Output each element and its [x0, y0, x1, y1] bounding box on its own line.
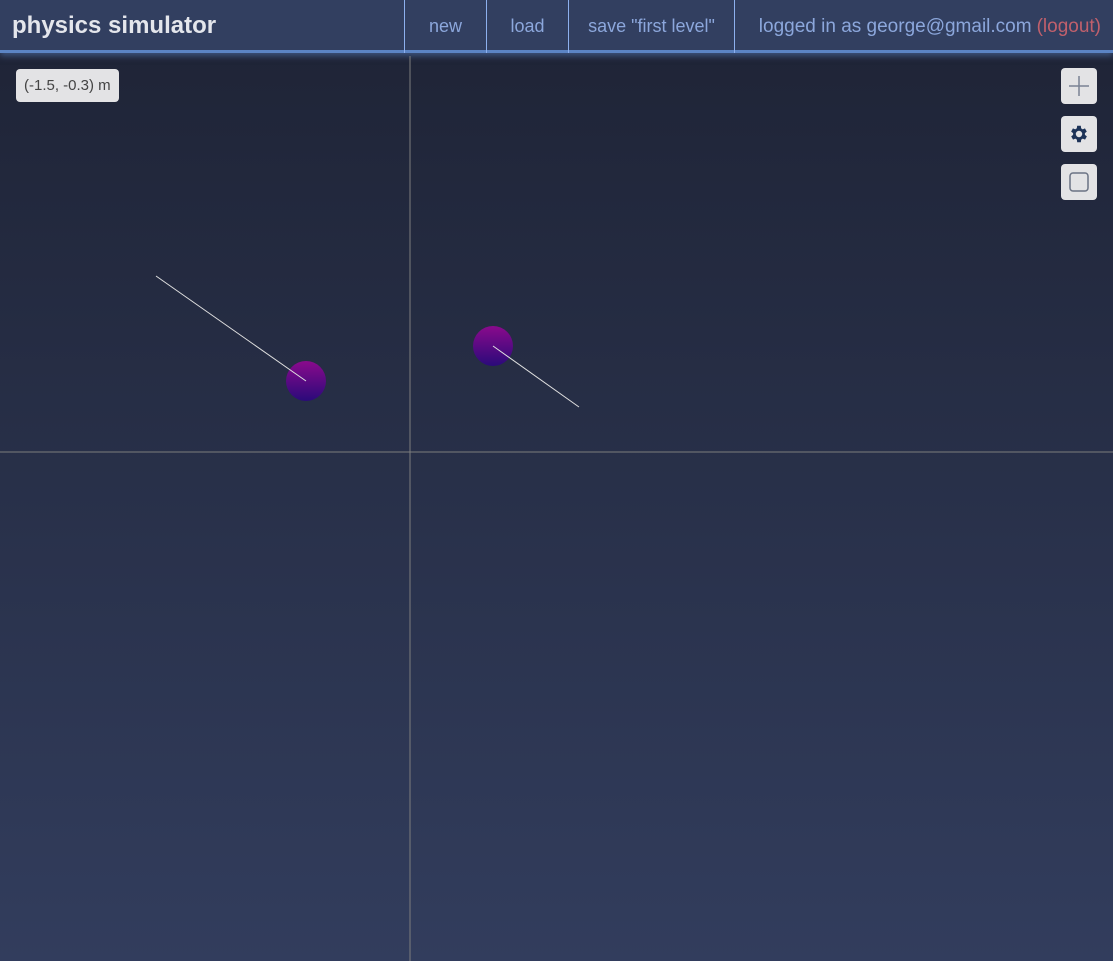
- user-info: logged in as george@gmail.com (logout): [734, 0, 1113, 53]
- new-button[interactable]: new: [404, 0, 486, 53]
- logout-link[interactable]: (logout): [1037, 16, 1101, 38]
- save-button[interactable]: save "first level": [568, 0, 734, 53]
- add-button[interactable]: [1061, 68, 1097, 104]
- settings-button[interactable]: [1061, 116, 1097, 152]
- velocity-vector-2[interactable]: [492, 345, 580, 408]
- shape-button[interactable]: [1061, 164, 1097, 200]
- square-icon: [1069, 172, 1089, 192]
- app-title: physics simulator: [12, 12, 217, 39]
- velocity-vector-1[interactable]: [155, 275, 307, 382]
- simulation-canvas[interactable]: [0, 56, 1113, 961]
- coordinate-readout: (-1.5, -0.3) m: [16, 69, 119, 102]
- plus-icon: [1069, 76, 1089, 96]
- header-bar: physics simulator new load save "first l…: [0, 0, 1113, 53]
- gear-icon: [1071, 125, 1087, 143]
- load-button[interactable]: load: [486, 0, 568, 53]
- logged-in-text: logged in as george@gmail.com: [758, 15, 1032, 37]
